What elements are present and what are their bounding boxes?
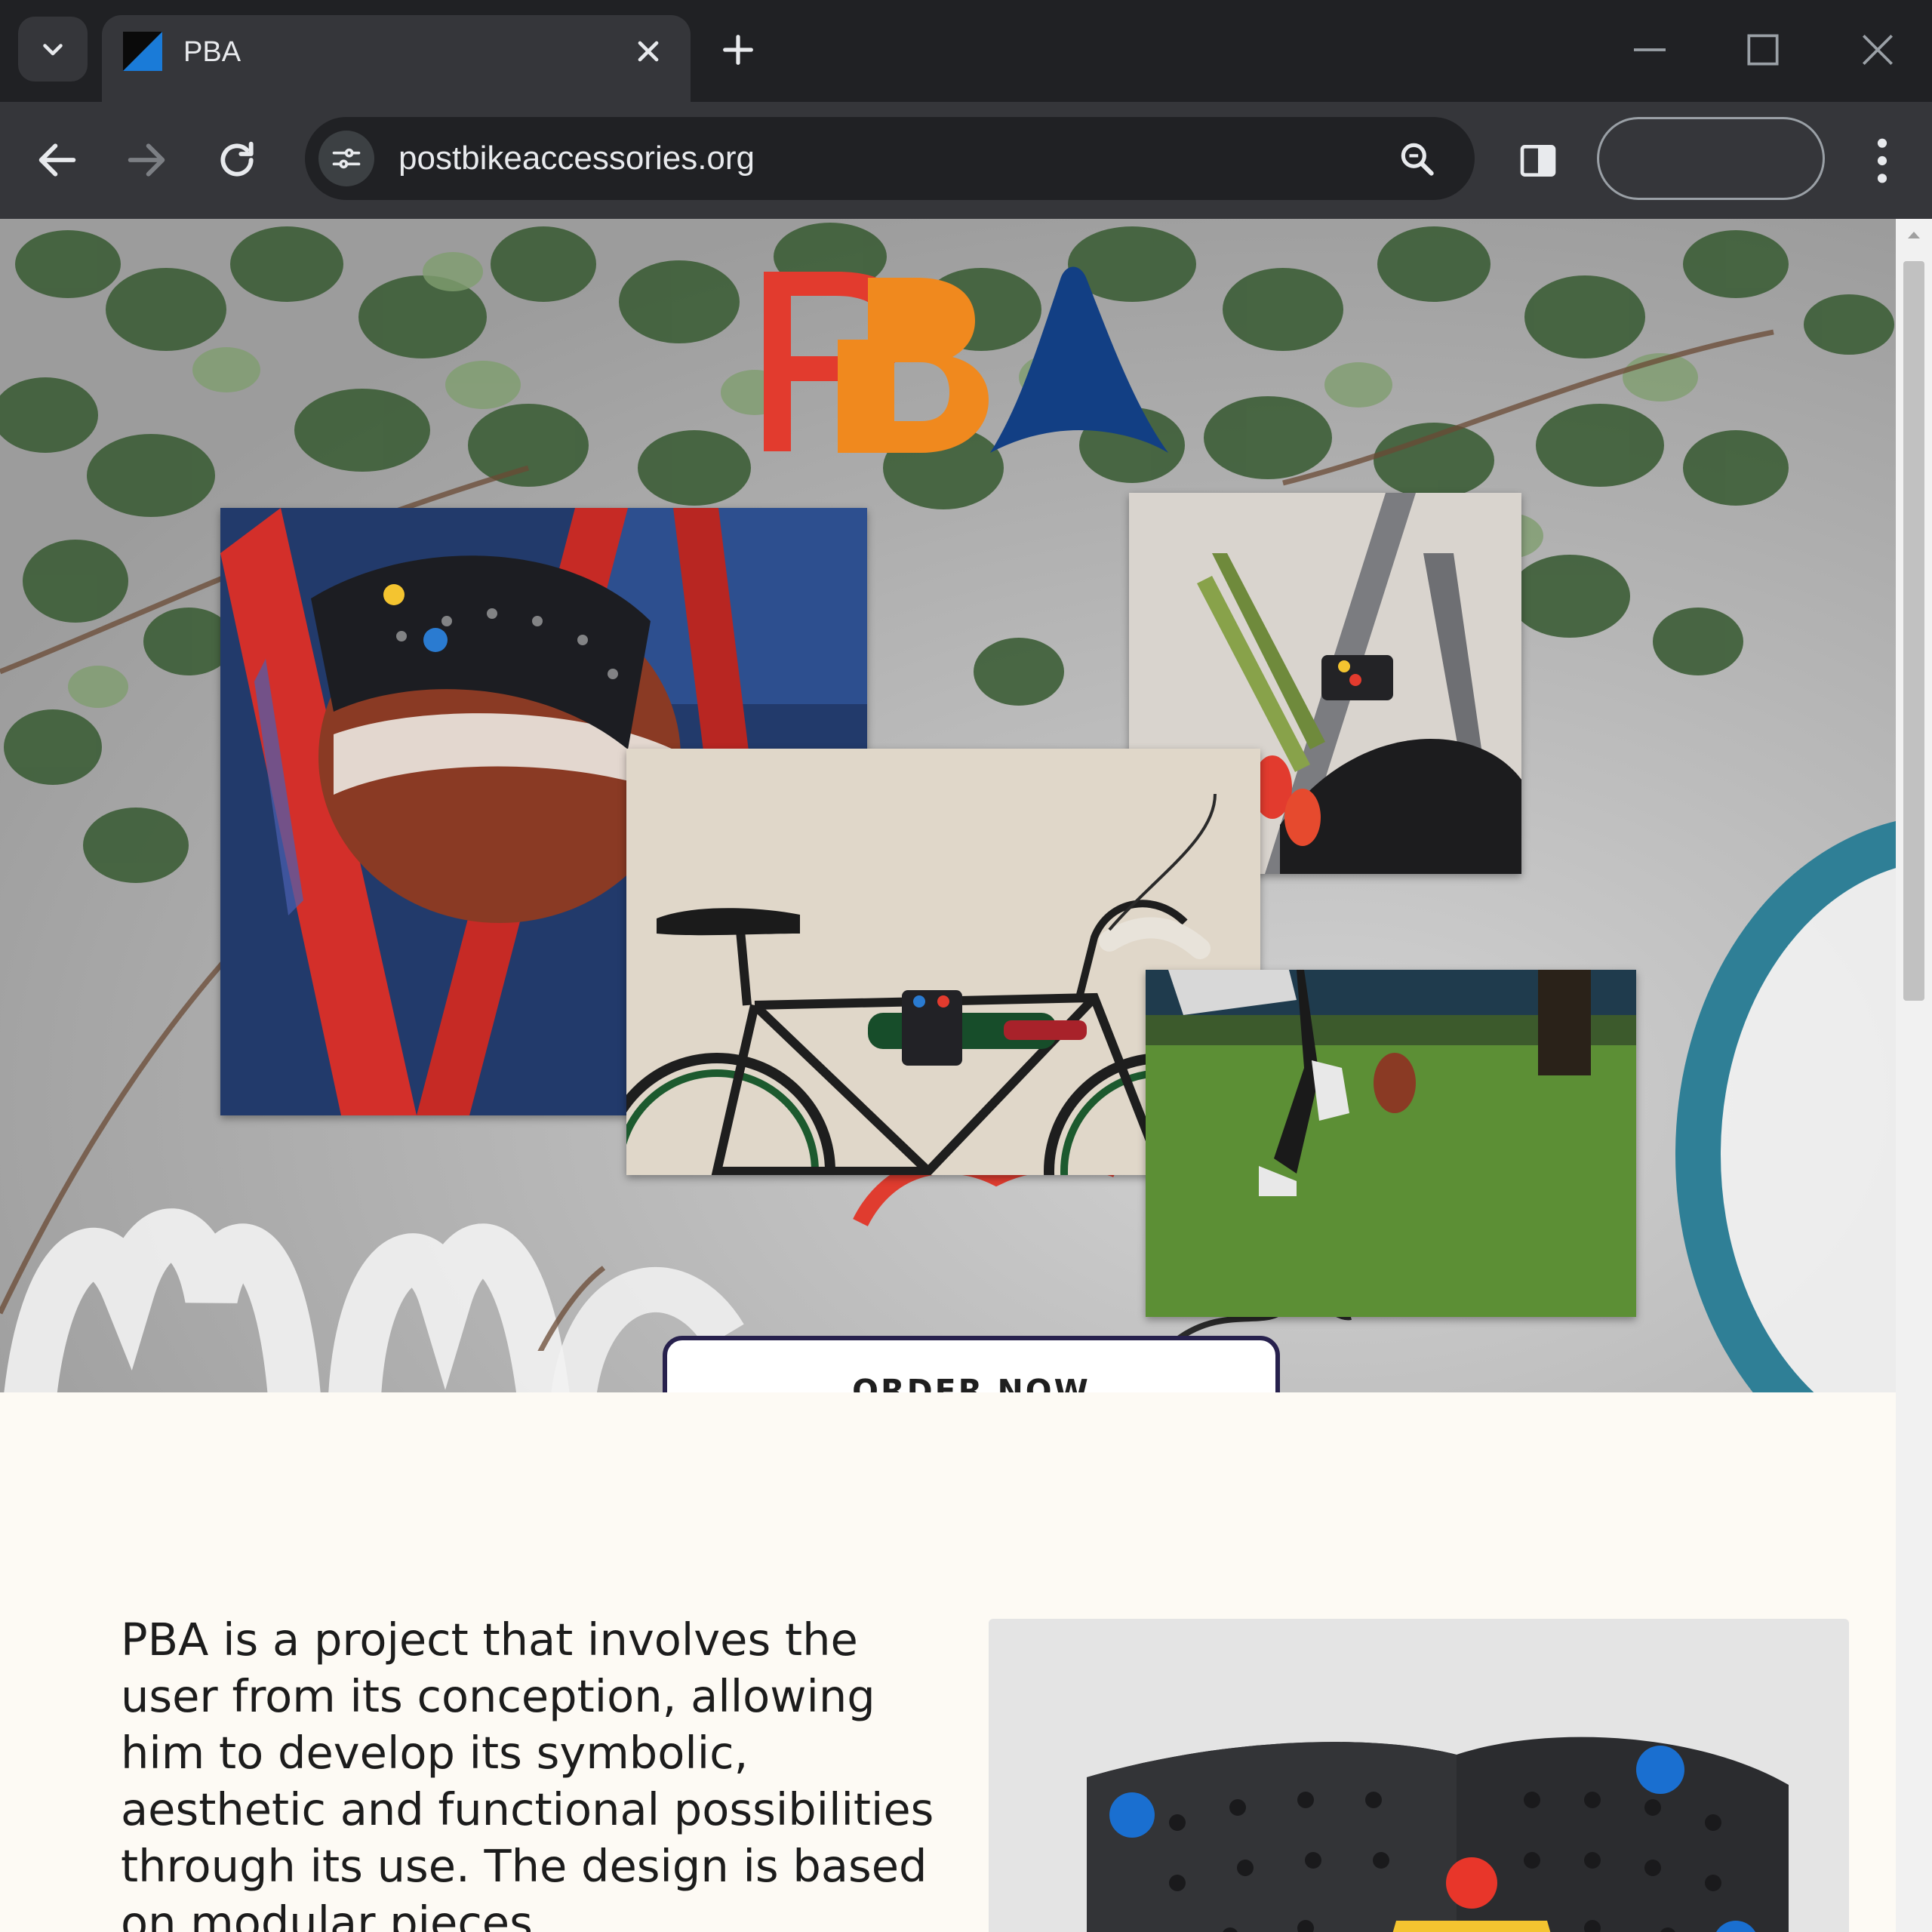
active-tab[interactable]: PBA — [102, 15, 691, 102]
tune-icon — [332, 148, 361, 169]
minimize-icon[interactable] — [1629, 29, 1671, 71]
browser-toolbar: postbikeaccessories.org — [0, 102, 1932, 219]
reload-icon[interactable] — [213, 136, 261, 184]
url-text: postbikeaccessories.org — [398, 140, 755, 177]
site-info-button[interactable] — [318, 131, 374, 186]
scroll-up-arrow-icon[interactable] — [1906, 229, 1921, 240]
site-favicon-icon — [123, 32, 162, 71]
chevron-down-icon — [43, 44, 63, 56]
forward-arrow-icon[interactable] — [122, 136, 171, 184]
close-tab-icon[interactable] — [632, 35, 665, 68]
tab-search-button[interactable] — [18, 17, 88, 82]
tab-title: PBA — [183, 36, 242, 68]
photo-football-player — [1146, 970, 1636, 1317]
tab-strip: PBA — [0, 0, 1932, 102]
page-viewport: ORDER NOW PBA is a project that involves… — [0, 219, 1896, 1932]
pba-logo — [764, 266, 1168, 453]
profile-button[interactable] — [1597, 117, 1825, 200]
page-scrollbar[interactable] — [1896, 219, 1932, 1932]
zoom-icon[interactable] — [1396, 138, 1438, 180]
back-arrow-icon[interactable] — [33, 136, 82, 184]
more-menu-icon[interactable] — [1861, 132, 1903, 189]
intro-paragraph: PBA is a project that involves the user … — [121, 1614, 934, 1932]
maximize-icon[interactable] — [1742, 29, 1784, 71]
new-tab-icon[interactable] — [718, 30, 758, 69]
side-panel-icon[interactable] — [1517, 140, 1559, 182]
address-bar[interactable]: postbikeaccessories.org — [305, 117, 1475, 200]
hero-section: ORDER NOW — [0, 219, 1896, 1392]
order-now-label: ORDER NOW — [852, 1373, 1091, 1392]
scrollbar-thumb[interactable] — [1903, 261, 1924, 1001]
order-now-button[interactable]: ORDER NOW — [663, 1336, 1280, 1392]
product-photo-tube-holder — [989, 1619, 1849, 1932]
close-window-icon[interactable] — [1857, 29, 1899, 71]
